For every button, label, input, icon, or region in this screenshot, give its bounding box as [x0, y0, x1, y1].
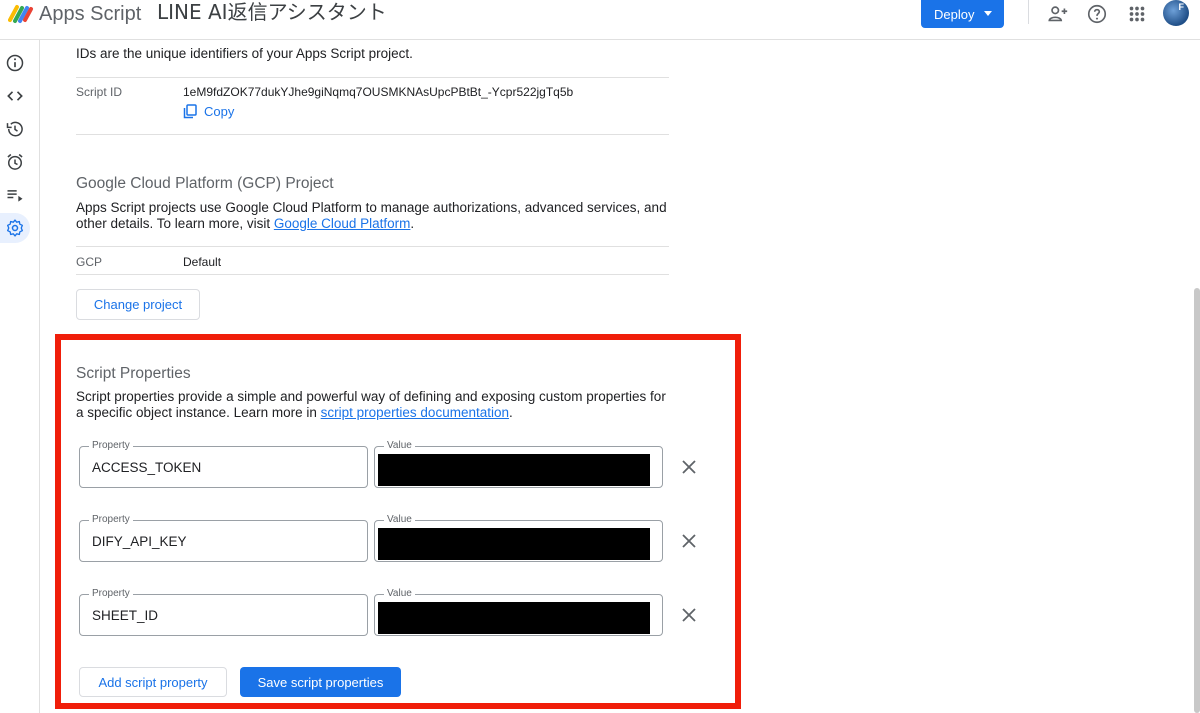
gcp-description: Apps Script projects use Google Cloud Pl… [76, 200, 668, 232]
gear-icon [7, 219, 24, 237]
value-field-label: Value [384, 439, 415, 453]
copy-script-id-button[interactable]: Copy [183, 104, 234, 119]
rail-item-triggers[interactable] [2, 149, 28, 175]
top-bar: Apps Script LINE AI返信アシスタント Deploy F [0, 0, 1200, 40]
property-key-value: SHEET_ID [92, 608, 159, 623]
property-key-value: ACCESS_TOKEN [92, 460, 202, 475]
delete-property-icon[interactable] [681, 459, 697, 475]
save-script-properties-button[interactable]: Save script properties [240, 667, 401, 697]
divider [76, 134, 669, 135]
rail-item-settings[interactable] [0, 213, 30, 243]
delete-property-icon[interactable] [681, 607, 697, 623]
delete-property-icon[interactable] [681, 533, 697, 549]
deploy-button[interactable]: Deploy [921, 0, 1004, 28]
property-value-input[interactable]: Value [374, 439, 663, 488]
property-field-label: Property [89, 513, 133, 527]
apps-grid-icon[interactable] [1126, 3, 1148, 25]
redacted-value [378, 454, 650, 486]
value-field-label: Value [384, 513, 415, 527]
ids-intro-text: IDs are the unique identifiers of your A… [76, 46, 413, 61]
rail-item-editor[interactable] [2, 83, 28, 109]
property-field-label: Property [89, 587, 133, 601]
deploy-label: Deploy [934, 6, 975, 22]
script-properties-description-end: . [509, 405, 513, 420]
avatar-initial: F [1178, 2, 1185, 12]
gcp-label: GCP [76, 255, 103, 269]
property-key-input[interactable]: Property DIFY_API_KEY [79, 513, 368, 562]
apps-script-logo[interactable] [8, 2, 34, 24]
toolbar-divider [1028, 0, 1029, 24]
project-title[interactable]: LINE AI返信アシスタント [157, 1, 387, 23]
gcp-section-title: Google Cloud Platform (GCP) Project [76, 175, 334, 192]
property-value-input[interactable]: Value [374, 587, 663, 636]
redacted-value [378, 602, 650, 634]
property-key-input[interactable]: Property ACCESS_TOKEN [79, 439, 368, 488]
help-icon[interactable] [1086, 3, 1108, 25]
gcp-value: Default [183, 255, 222, 269]
rail-item-overview[interactable] [2, 50, 28, 76]
info-icon [6, 54, 24, 72]
copy-label: Copy [204, 104, 235, 119]
executions-icon [7, 190, 23, 202]
dropdown-caret-icon [984, 11, 992, 16]
property-value-input[interactable]: Value [374, 513, 663, 562]
rail-item-executions[interactable] [2, 182, 28, 208]
change-project-button[interactable]: Change project [76, 289, 200, 320]
code-icon [7, 91, 23, 101]
history-icon [6, 121, 23, 137]
redacted-value [378, 528, 650, 560]
gcp-link[interactable]: Google Cloud Platform [274, 216, 411, 231]
gcp-description-end: . [410, 216, 415, 231]
account-avatar[interactable]: F [1163, 0, 1189, 26]
app-name[interactable]: Apps Script [39, 3, 141, 25]
alarm-icon [7, 153, 23, 170]
left-navigation-rail [0, 40, 40, 713]
property-key-input[interactable]: Property SHEET_ID [79, 587, 368, 636]
script-properties-title: Script Properties [76, 365, 191, 382]
script-id-value: 1eM9fdZOK77dukYJhe9giNqmq7OUSMKNAsUpcPBt… [183, 85, 574, 99]
page-scrollbar[interactable] [1194, 288, 1200, 713]
script-id-label: Script ID [76, 85, 123, 99]
property-key-value: DIFY_API_KEY [92, 534, 187, 549]
divider [76, 274, 669, 275]
rail-item-versions[interactable] [2, 116, 28, 142]
divider [76, 246, 669, 247]
property-field-label: Property [89, 439, 133, 453]
script-properties-description: Script properties provide a simple and p… [76, 389, 676, 421]
divider [76, 77, 669, 78]
copy-icon [183, 104, 197, 119]
value-field-label: Value [384, 587, 415, 601]
add-script-property-button[interactable]: Add script property [79, 667, 227, 697]
share-person-add-icon[interactable] [1047, 3, 1069, 25]
script-properties-docs-link[interactable]: script properties documentation [321, 405, 509, 420]
